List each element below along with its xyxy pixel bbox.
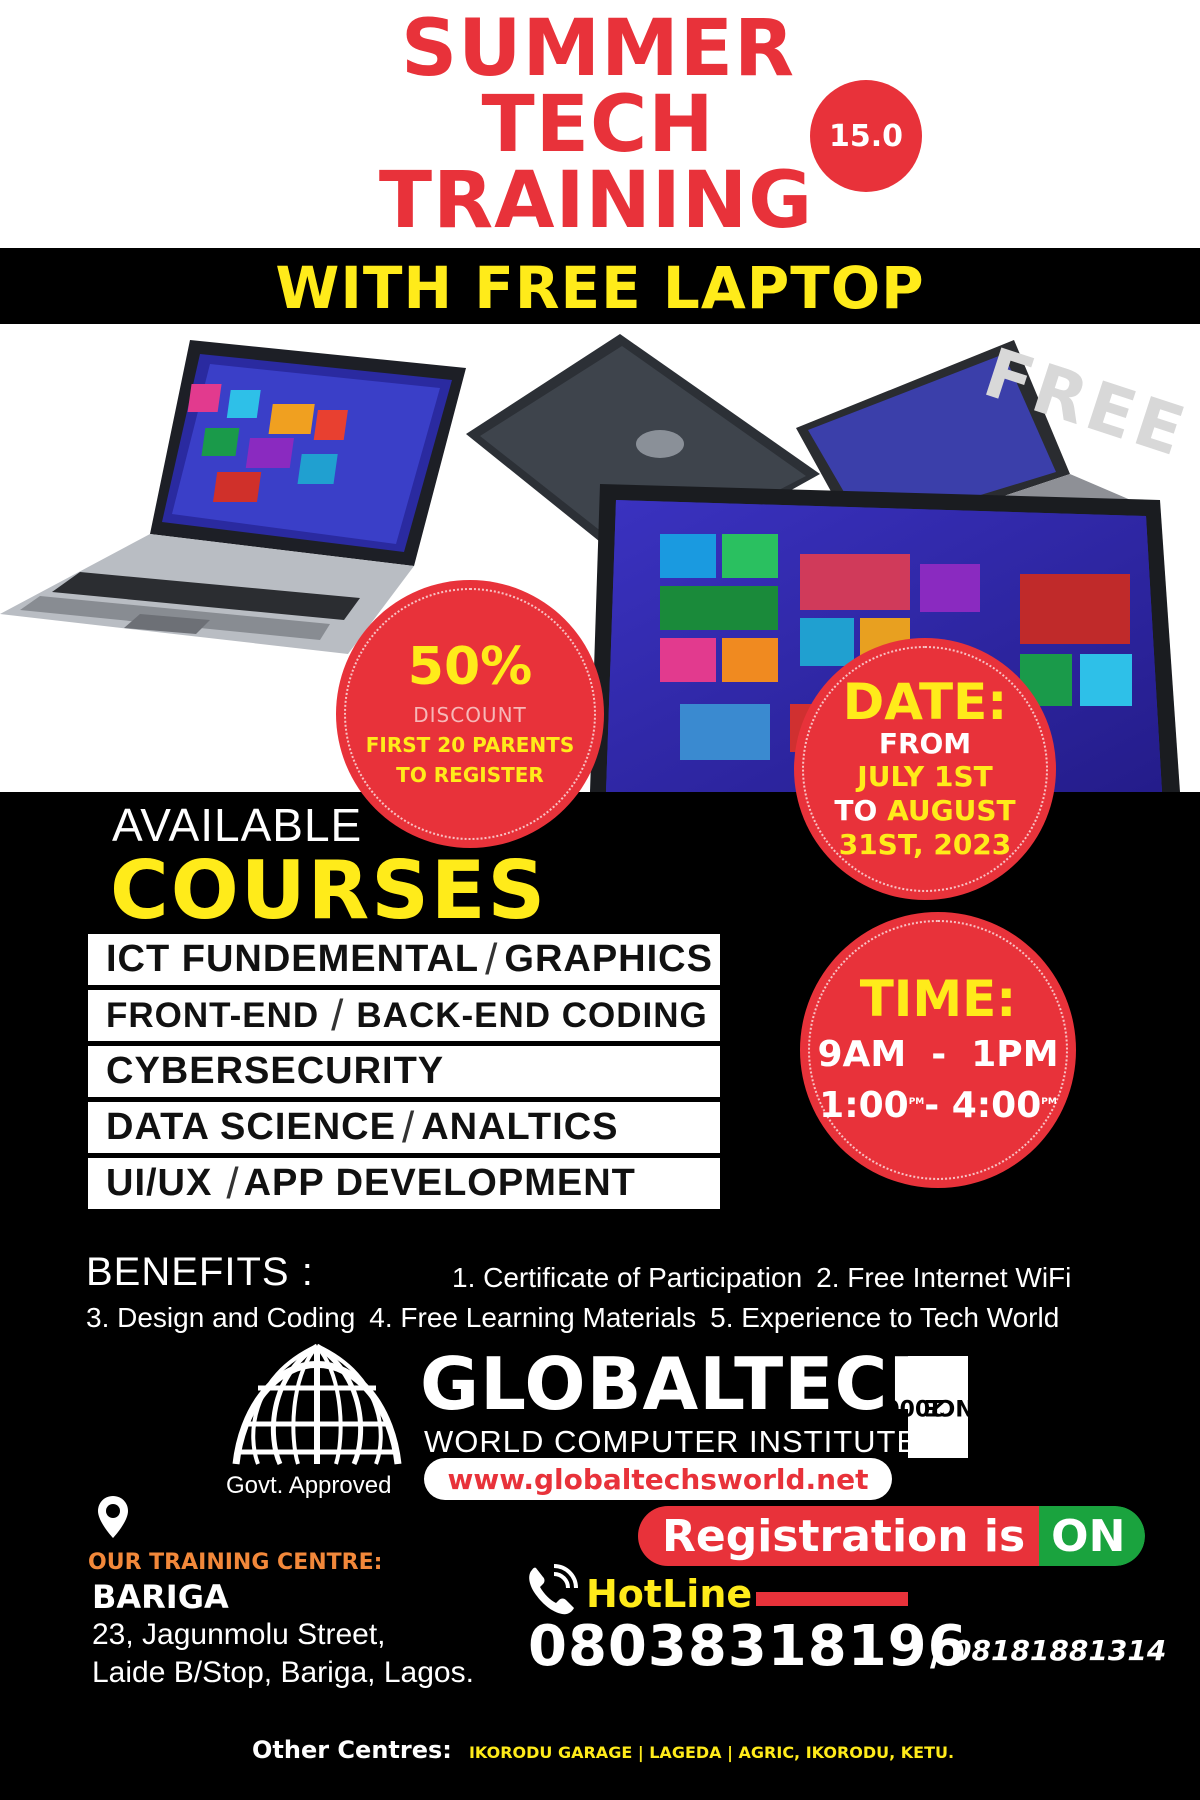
- time-slot-2-end-suffix: PM: [1041, 1097, 1057, 1107]
- time-badge: TIME: 9AM - 1PM 1:00PM- 4:00PM: [800, 912, 1076, 1188]
- course-name: APP DEVELOPMENT: [243, 1162, 636, 1204]
- date-end-month: AUGUST: [887, 794, 1016, 827]
- hotline-primary-number[interactable]: 08038318196: [528, 1614, 968, 1679]
- time-slot-2-dash: -: [924, 1085, 952, 1126]
- benefit-item: 1. Certificate of Participation: [452, 1262, 803, 1293]
- course-item: ICT FUNDEMENTAL / GRAPHICS: [88, 934, 720, 990]
- time-slot-2-start: 1:00: [819, 1085, 909, 1126]
- course-separator: /: [401, 1102, 416, 1152]
- phone-icon: [529, 1564, 578, 1615]
- date-to: TO: [834, 794, 878, 827]
- edition-badge: 15.0: [810, 80, 922, 192]
- discount-badge: 50% DISCOUNT FIRST 20 PARENTS TO REGISTE…: [336, 580, 604, 848]
- course-name: BACK-END CODING: [356, 995, 708, 1035]
- course-name: ICT FUNDEMENTAL: [106, 938, 480, 980]
- since-year: 2000: [884, 1394, 946, 1420]
- date-badge: DATE: FROM JULY 1ST TO AUGUST 31ST, 2023: [794, 638, 1056, 900]
- discount-word: DISCOUNT: [413, 703, 527, 727]
- benefit-item: 4. Free Learning Materials: [369, 1302, 697, 1333]
- title-line-3: TRAINING: [378, 156, 814, 246]
- other-centres-label: Other Centres:: [252, 1736, 452, 1764]
- discount-percent: 50%: [407, 637, 533, 697]
- course-name: FRONT-END: [106, 995, 320, 1035]
- other-centres-list: IKORODU GARAGE | LAGEDA | AGRIC, IKORODU…: [468, 1743, 955, 1762]
- hotline-underline: [756, 1592, 908, 1606]
- course-separator: /: [485, 934, 499, 984]
- other-centres: Other Centres: IKORODU GARAGE | LAGEDA |…: [252, 1736, 954, 1764]
- hotline-secondary-number[interactable]: 08181881314: [952, 1634, 1166, 1667]
- since-text: SINCE 2000: [884, 1370, 998, 1444]
- registration-banner: Registration is ON: [638, 1506, 1146, 1566]
- location-pin-icon: [98, 1496, 128, 1538]
- benefits-heading: BENEFITS :: [86, 1250, 314, 1294]
- training-centre-name: BARIGA: [92, 1578, 229, 1616]
- discount-line-2: TO REGISTER: [396, 763, 544, 787]
- course-name: DATA SCIENCE: [106, 1106, 396, 1148]
- date-from: FROM: [878, 726, 972, 760]
- brand-name: GLOBALTECH: [420, 1342, 950, 1426]
- address-line-1: 23, Jagunmolu Street,: [92, 1618, 386, 1651]
- benefit-item: 2. Free Internet WiFi: [816, 1262, 1072, 1293]
- website-link[interactable]: www.globaltechsworld.net: [424, 1458, 892, 1500]
- flyer: SUMMER TECH TRAINING 15.0 WITH FREE LAPT…: [0, 0, 1200, 1800]
- course-name: UI/UX: [106, 1162, 213, 1204]
- hotline-separator: /: [930, 1617, 946, 1680]
- govt-approved-label: Govt. Approved: [226, 1472, 392, 1499]
- benefits-row-2: 3. Design and Coding 4. Free Learning Mat…: [86, 1302, 1073, 1334]
- header: SUMMER TECH TRAINING 15.0: [0, 0, 1200, 248]
- course-list: ICT FUNDEMENTAL / GRAPHICS FRONT-END / BACK-…: [88, 934, 720, 1214]
- time-slot-2-end: 4:00: [951, 1085, 1042, 1126]
- date-end-day: 31ST, 2023: [838, 827, 1012, 861]
- time-heading: TIME:: [859, 970, 1017, 1028]
- time-slot-2-start-suffix: PM: [908, 1097, 925, 1107]
- date-start: JULY 1ST: [857, 760, 993, 794]
- course-separator: /: [226, 1158, 240, 1208]
- time-slot-2: 1:00PM- 4:00PM: [819, 1085, 1057, 1126]
- date-heading: DATE:: [842, 672, 1008, 731]
- course-item: CYBERSECURITY: [88, 1046, 720, 1102]
- course-separator: /: [331, 990, 345, 1040]
- time-slot-1: 9AM - 1PM: [817, 1034, 1059, 1075]
- training-centre-label: OUR TRAINING CENTRE:: [88, 1550, 383, 1575]
- course-name: CYBERSECURITY: [106, 1050, 445, 1092]
- benefits-row-1: 1. Certificate of Participation 2. Free I…: [452, 1262, 1085, 1294]
- date-to-line: TO AUGUST: [834, 794, 1015, 828]
- subtitle-text: WITH FREE LAPTOP: [275, 254, 925, 322]
- course-item: DATA SCIENCE / ANALTICS: [88, 1102, 720, 1158]
- hotline-label: HotLine: [586, 1572, 753, 1616]
- since-badge: SINCE 2000: [884, 1356, 998, 1458]
- discount-line-1: FIRST 20 PARENTS: [365, 733, 575, 757]
- benefit-item: 5. Experience to Tech World: [710, 1302, 1060, 1333]
- globe-icon: [232, 1343, 402, 1466]
- course-name: GRAPHICS: [504, 938, 713, 980]
- course-name: ANALTICS: [421, 1106, 619, 1148]
- benefit-item: 3. Design and Coding: [86, 1302, 356, 1333]
- courses-heading: COURSES: [110, 844, 548, 937]
- registration-text: Registration is: [638, 1506, 1040, 1566]
- course-item: FRONT-END / BACK-END CODING: [88, 990, 720, 1046]
- registration-status: ON: [1039, 1506, 1146, 1566]
- brand-subtitle: WORLD COMPUTER INSTITUTE: [424, 1424, 919, 1459]
- course-item: UI/UX / APP DEVELOPMENT: [88, 1158, 720, 1214]
- address-line-2: Laide B/Stop, Bariga, Lagos.: [92, 1656, 474, 1689]
- subtitle-banner: WITH FREE LAPTOP: [0, 248, 1200, 324]
